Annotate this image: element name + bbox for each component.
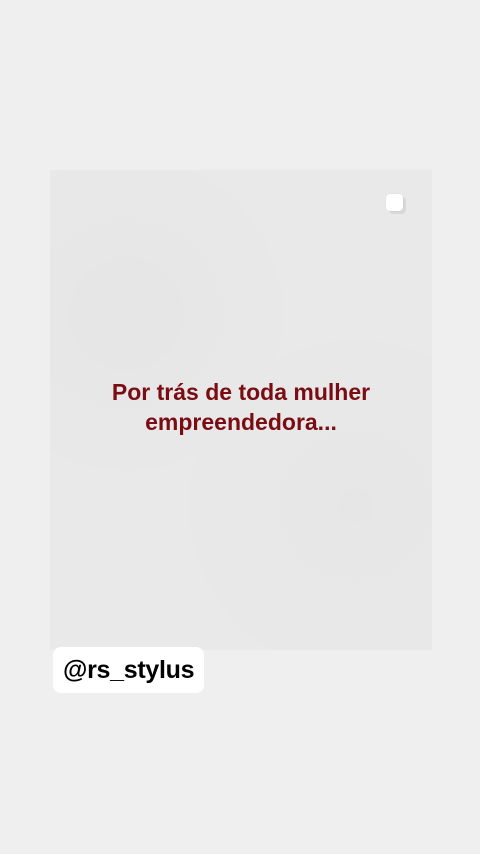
story-screen: Por trás de toda mulher empreendedora...… — [0, 0, 480, 854]
multiple-images-icon[interactable] — [386, 194, 406, 214]
post-card[interactable]: Por trás de toda mulher empreendedora... — [50, 170, 432, 650]
post-headline: Por trás de toda mulher empreendedora... — [50, 377, 432, 437]
headline-line-2: empreendedora... — [145, 409, 337, 435]
mention-sticker[interactable]: @rs_stylus — [53, 647, 205, 693]
carousel-icon-front — [386, 194, 403, 211]
headline-line-1: Por trás de toda mulher — [111, 379, 371, 405]
mention-username: @rs_stylus — [63, 655, 195, 684]
